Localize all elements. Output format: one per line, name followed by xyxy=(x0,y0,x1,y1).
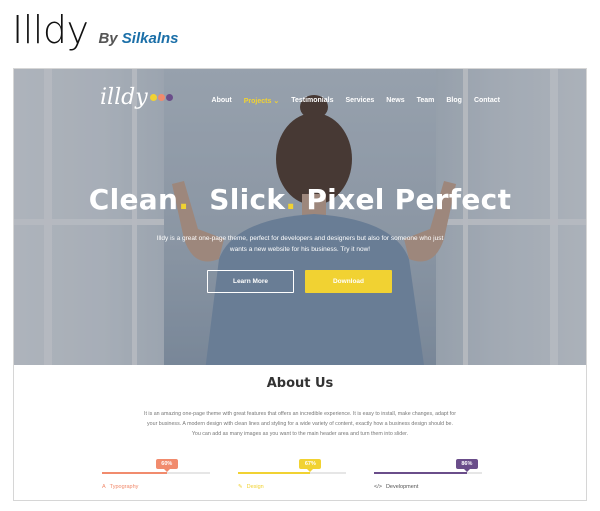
nav-item-news[interactable]: News xyxy=(386,97,404,105)
byline: By Silkalns xyxy=(98,30,178,47)
about-line: You can add as many images as you want t… xyxy=(191,431,409,437)
headline-dot: . xyxy=(178,183,190,216)
headline-dot: . xyxy=(285,183,297,216)
about-title: About Us xyxy=(266,376,334,391)
code-icon: </> xyxy=(374,484,382,490)
skill-progress-fill xyxy=(374,472,467,474)
hero-subtext-line: Illdy is a great one-page theme, perfect… xyxy=(156,235,444,242)
nav-item-services[interactable]: Services xyxy=(345,97,374,105)
logo-dot xyxy=(157,94,165,101)
hero-subtext-line: wants a new website for his business. Tr… xyxy=(229,246,371,253)
main-nav: About Projects ⌄ Testimonials Services N… xyxy=(212,97,500,105)
headline-word: Clean xyxy=(88,183,179,216)
headline-word: Pixel Perfect xyxy=(306,183,512,216)
nav-item-team[interactable]: Team xyxy=(417,97,435,105)
skill-label: A Typography xyxy=(102,484,138,490)
logo-dot xyxy=(165,94,173,101)
skill-label-text: Design xyxy=(246,484,264,490)
hero-section: illdy About Projects ⌄ Testimonials Serv… xyxy=(14,69,586,365)
hero-overlay xyxy=(14,69,586,365)
skill-percent-badge: 67% xyxy=(299,459,322,472)
hero-subtext: Illdy is a great one-page theme, perfect… xyxy=(14,233,586,255)
learn-more-button[interactable]: Learn More xyxy=(207,270,294,293)
theme-screenshot: illdy About Projects ⌄ Testimonials Serv… xyxy=(13,68,587,501)
pencil-icon: ✎ xyxy=(238,484,243,490)
skill-progress-track xyxy=(238,472,346,474)
skill-development: 86% </> Development xyxy=(374,459,482,497)
about-line: It is an amazing one-page theme with gre… xyxy=(143,411,456,417)
skill-percent-badge: 60% xyxy=(155,459,178,472)
author-link[interactable]: Silkalns xyxy=(122,30,179,47)
hero-headline: Clean. Slick. Pixel Perfect xyxy=(14,183,586,216)
skill-design: 67% ✎ Design xyxy=(238,459,346,497)
skill-label-text: Development xyxy=(385,484,419,490)
page-title: Illdy xyxy=(12,8,89,52)
logo-dot xyxy=(149,94,157,101)
skill-progress-fill xyxy=(102,472,167,474)
skill-label: ✎ Design xyxy=(238,484,264,490)
skill-progress-track xyxy=(374,472,482,474)
page-header: Illdy By Silkalns xyxy=(12,8,179,54)
skill-label: </> Development xyxy=(374,484,418,490)
logo-text: illdy xyxy=(100,85,148,110)
nav-item-testimonials[interactable]: Testimonials xyxy=(291,97,333,105)
nav-item-about[interactable]: About xyxy=(212,97,232,105)
download-button[interactable]: Download xyxy=(305,270,392,293)
nav-item-blog[interactable]: Blog xyxy=(446,97,462,105)
about-line: your business. A modern design with clea… xyxy=(147,421,453,427)
skill-percent-badge: 86% xyxy=(455,459,478,472)
skill-typography: 60% A Typography xyxy=(102,459,210,497)
logo-dots xyxy=(149,94,173,101)
nav-item-projects[interactable]: Projects ⌄ xyxy=(244,97,279,105)
byline-prefix: By xyxy=(98,30,118,47)
site-logo[interactable]: illdy xyxy=(100,85,173,110)
font-icon: A xyxy=(102,484,106,490)
skill-progress-track xyxy=(102,472,210,474)
about-description: It is an amazing one-page theme with gre… xyxy=(124,409,476,439)
skill-label-text: Typography xyxy=(109,484,139,490)
skill-progress-fill xyxy=(238,472,311,474)
nav-item-contact[interactable]: Contact xyxy=(474,97,500,105)
headline-word: Slick xyxy=(209,183,286,216)
